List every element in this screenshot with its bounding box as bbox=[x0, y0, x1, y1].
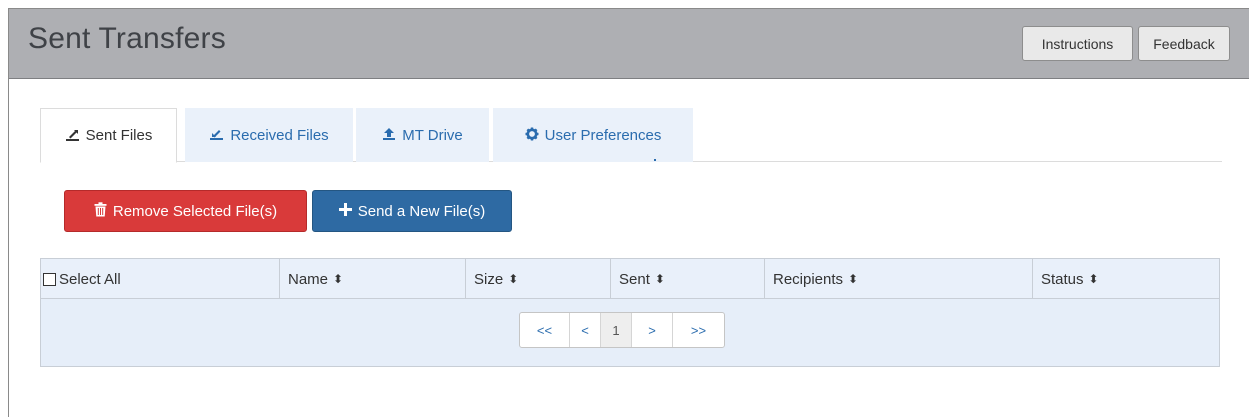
send-new-file-button[interactable]: Send a New File(s) bbox=[312, 190, 512, 232]
tab-label: User Preferences bbox=[544, 126, 662, 144]
trash-icon bbox=[94, 201, 107, 221]
sent-files-icon bbox=[65, 128, 80, 144]
tab-label: Received Files bbox=[230, 126, 329, 144]
pagination-first-button[interactable]: << bbox=[520, 313, 570, 347]
tab-user-preferences[interactable]: User Preferences bbox=[493, 108, 693, 162]
received-files-icon bbox=[209, 127, 224, 143]
tab-received-files[interactable]: Received Files bbox=[185, 108, 353, 162]
select-all-checkbox[interactable] bbox=[43, 272, 56, 286]
column-header-status[interactable]: Status ⬍ bbox=[1033, 259, 1219, 299]
tab-mt-drive[interactable]: MT Drive bbox=[356, 108, 489, 162]
column-label: Name bbox=[288, 270, 329, 288]
sort-icon: ⬍ bbox=[1088, 272, 1099, 286]
pagination-current-page[interactable]: 1 bbox=[601, 313, 632, 347]
column-header-size[interactable]: Size ⬍ bbox=[466, 259, 611, 299]
app-frame: Sent Transfers Instructions Feedback Sen… bbox=[8, 8, 1249, 417]
sort-icon: ⬍ bbox=[333, 272, 344, 286]
table-header: Select All Name ⬍ Size ⬍ Sent ⬍ Recipien… bbox=[41, 259, 1219, 299]
select-all-header[interactable]: Select All bbox=[41, 259, 280, 299]
page-header: Sent Transfers Instructions Feedback bbox=[9, 9, 1249, 79]
column-header-sent[interactable]: Sent ⬍ bbox=[611, 259, 765, 299]
remove-button-label: Remove Selected File(s) bbox=[112, 202, 278, 220]
column-label: Select All bbox=[59, 270, 121, 288]
tab-sent-files[interactable]: Sent Files bbox=[40, 108, 177, 163]
tab-label: MT Drive bbox=[402, 126, 463, 144]
column-label: Status bbox=[1041, 270, 1084, 288]
column-label: Recipients bbox=[773, 270, 844, 288]
sort-icon: ⬍ bbox=[508, 272, 519, 286]
upload-icon bbox=[382, 127, 396, 143]
sort-icon: ⬍ bbox=[654, 272, 665, 286]
files-table: Select All Name ⬍ Size ⬍ Sent ⬍ Recipien… bbox=[40, 258, 1220, 367]
tab-focus-dot bbox=[654, 159, 656, 161]
instructions-button[interactable]: Instructions bbox=[1022, 26, 1133, 61]
send-button-label: Send a New File(s) bbox=[357, 202, 486, 220]
column-label: Sent bbox=[619, 270, 650, 288]
pagination: << < 1 > >> bbox=[519, 312, 725, 348]
gear-icon bbox=[525, 127, 539, 143]
column-label: Size bbox=[474, 270, 504, 288]
pagination-last-button[interactable]: >> bbox=[673, 313, 724, 347]
column-header-name[interactable]: Name ⬍ bbox=[280, 259, 466, 299]
tab-bar: Sent Files Received Files MT Drive User … bbox=[40, 108, 1222, 163]
feedback-button[interactable]: Feedback bbox=[1138, 26, 1230, 61]
page-title: Sent Transfers bbox=[28, 22, 226, 55]
sort-icon: ⬍ bbox=[848, 272, 859, 286]
pagination-next-button[interactable]: > bbox=[632, 313, 673, 347]
pagination-prev-button[interactable]: < bbox=[570, 313, 601, 347]
remove-selected-files-button[interactable]: Remove Selected File(s) bbox=[64, 190, 307, 232]
tab-label: Sent Files bbox=[85, 127, 153, 144]
plus-icon bbox=[338, 202, 352, 220]
column-header-recipients[interactable]: Recipients ⬍ bbox=[765, 259, 1033, 299]
